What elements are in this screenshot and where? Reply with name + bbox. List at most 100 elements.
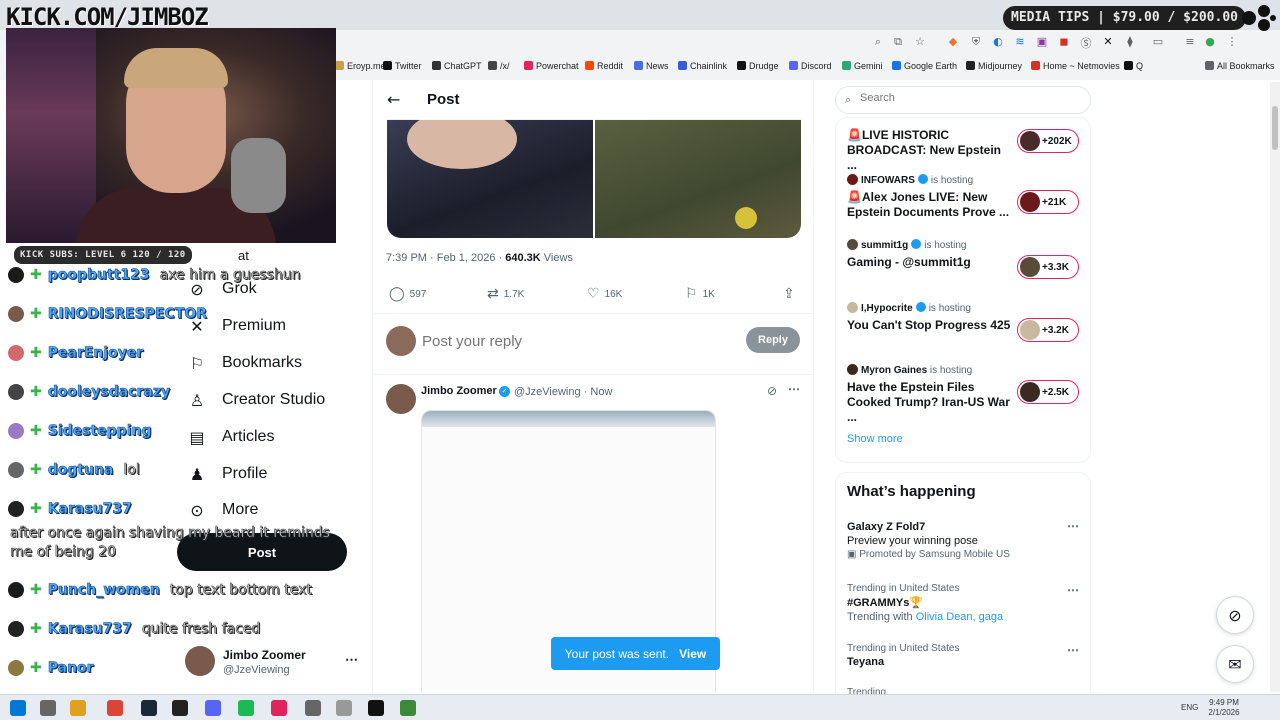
page-title: Post — [427, 91, 460, 108]
star-icon[interactable]: ☆ — [912, 35, 928, 48]
scrollbar-thumb[interactable] — [1272, 106, 1278, 150]
taskbar-app-icon[interactable] — [400, 700, 416, 716]
bookmark-item[interactable]: Gemini — [842, 61, 883, 71]
puzzle-icon[interactable]: ⧫ — [1122, 35, 1138, 48]
tweet-handle[interactable]: @JzeViewing · Now — [514, 386, 612, 398]
search-box[interactable]: ⌕ — [835, 86, 1091, 114]
taskbar-clock[interactable]: 9:49 PM 2/1/2026 — [1204, 698, 1244, 718]
live-listener-count[interactable]: +3.2K — [1017, 318, 1079, 342]
taskbar-app-icon[interactable] — [205, 700, 221, 716]
bookmark-item[interactable]: All Bookmarks — [1205, 61, 1275, 71]
taskbar-app-icon[interactable] — [172, 700, 188, 716]
bookmark-favicon-icon — [789, 61, 798, 70]
chat-avatar — [8, 621, 24, 637]
reply-input[interactable] — [422, 330, 722, 352]
live-listener-count[interactable]: +3.3K — [1017, 255, 1079, 279]
bookmark-label: Gemini — [854, 61, 883, 71]
grok-fab-button[interactable]: ⊘ — [1216, 596, 1254, 634]
reply-action[interactable]: ◯ 597 — [389, 286, 426, 302]
extension-blue-icon[interactable]: ◐ — [990, 35, 1006, 48]
bookmark-icon: ⚐ — [685, 286, 698, 302]
show-more-link[interactable]: Show more — [847, 433, 903, 445]
back-arrow-icon[interactable]: ← — [387, 90, 400, 109]
taskbar-app-icon[interactable] — [107, 700, 123, 716]
toast-view-link[interactable]: View — [679, 647, 706, 661]
bookmark-item[interactable]: Powerchat — [524, 61, 579, 71]
share-action[interactable]: ⇪ — [783, 286, 800, 302]
live-listener-count[interactable]: +2.5K — [1017, 380, 1079, 404]
extension-purple-icon[interactable]: ▣ — [1034, 35, 1050, 48]
taskbar-app-icon[interactable] — [305, 700, 321, 716]
taskbar-app-icon[interactable] — [238, 700, 254, 716]
media-loading-strip — [422, 411, 715, 427]
taskbar-app-icon[interactable] — [141, 700, 157, 716]
search-input[interactable] — [860, 92, 1060, 104]
trend-sub: Trending with Olivia Dean, gaga — [847, 611, 1087, 623]
trend-item[interactable]: Trending in United States #GRAMMYs🏆 Tren… — [847, 583, 1087, 623]
bookmark-item[interactable]: Eroyp.me — [335, 61, 386, 71]
post-media-left[interactable] — [387, 119, 593, 238]
taskbar-app-icon[interactable] — [70, 700, 86, 716]
menu-lines-icon[interactable]: ≡ — [1182, 35, 1198, 48]
bookmark-item[interactable]: Chainlink — [678, 61, 727, 71]
bookmark-item[interactable]: ChatGPT — [432, 61, 482, 71]
reply-button[interactable]: Reply — [746, 327, 800, 353]
bookmark-item[interactable]: /x/ — [488, 61, 510, 71]
metamask-icon[interactable]: ◆ — [945, 35, 961, 48]
repost-action[interactable]: ⇄ 1.7K — [487, 286, 524, 302]
bookmark-item[interactable]: Q — [1124, 61, 1143, 71]
bookmark-label: Drudge — [749, 61, 779, 71]
messages-fab-button[interactable]: ✉ — [1216, 645, 1254, 683]
bookmark-item[interactable]: Discord — [789, 61, 832, 71]
kebab-menu-icon[interactable]: ⋮ — [1224, 35, 1240, 48]
taskbar-app-icon[interactable] — [368, 700, 384, 716]
bookmark-item[interactable]: Twitter — [383, 61, 422, 71]
install-icon[interactable]: ⧉ — [890, 35, 906, 49]
webcam-lights — [6, 28, 96, 243]
bookmark-action[interactable]: ⚐ 1K — [685, 286, 715, 302]
post-media-right[interactable] — [595, 119, 801, 238]
trend-more-icon[interactable]: ⋯ — [1067, 583, 1079, 597]
trend-item[interactable]: Galaxy Z Fold7 Preview your winning pose… — [847, 519, 1087, 560]
language-indicator[interactable]: ENG — [1181, 703, 1198, 712]
shield-icon[interactable]: ⛨ — [968, 35, 984, 49]
like-action[interactable]: ♡ 16K — [587, 286, 622, 302]
bookmark-item[interactable]: News — [634, 61, 669, 71]
sidepanel-icon[interactable]: ▭ — [1150, 35, 1166, 48]
live-listener-count[interactable]: +21K — [1017, 190, 1079, 214]
live-listener-count[interactable]: +202K — [1017, 129, 1079, 153]
taskbar-app-icon[interactable] — [10, 700, 26, 716]
avatar[interactable] — [386, 384, 416, 414]
taskbar-app-icon[interactable] — [271, 700, 287, 716]
scrollbar[interactable] — [1270, 82, 1280, 692]
account-more-icon[interactable]: ⋯ — [345, 652, 358, 668]
extension-wave-icon[interactable]: ≋ — [1012, 35, 1028, 48]
grok-icon[interactable]: ⊘ — [767, 384, 777, 398]
bookmark-item[interactable]: Drudge — [737, 61, 779, 71]
bookmark-item[interactable]: Google Earth — [892, 61, 957, 71]
trend-more-icon[interactable]: ⋯ — [1067, 519, 1079, 533]
profile-avatar-icon[interactable]: ● — [1202, 35, 1218, 48]
extension-red-icon[interactable]: ◼ — [1056, 35, 1072, 48]
x-extension-icon[interactable]: ✕ — [1100, 35, 1116, 48]
bookmark-item[interactable]: Reddit — [585, 61, 623, 71]
trend-item[interactable]: Trending in United States Teyana ⋯ — [847, 643, 1087, 668]
like-count: 16K — [604, 288, 623, 300]
zoom-icon[interactable]: ⌕ — [870, 35, 886, 49]
chat-avatar — [8, 462, 24, 478]
trend-sub-links[interactable]: Olivia Dean, gaga — [916, 611, 1003, 623]
bookmark-item[interactable]: Midjourney — [966, 61, 1022, 71]
bookmark-item[interactable]: Home ~ Netmovies — [1031, 61, 1120, 71]
taskbar-app-icon[interactable] — [40, 700, 56, 716]
trend-more-icon[interactable]: ⋯ — [1067, 643, 1079, 657]
tweet-author-name[interactable]: Jimbo Zoomer — [421, 385, 497, 397]
toast-text: Your post was sent. — [564, 646, 670, 661]
extension-s-icon[interactable]: Ⓢ — [1078, 35, 1094, 51]
chat-avatar — [8, 423, 24, 439]
chat-text: lol — [123, 462, 140, 479]
bookmark-label: Midjourney — [978, 61, 1023, 71]
taskbar-app-icon[interactable] — [336, 700, 352, 716]
more-options-icon[interactable]: ⋯ — [788, 382, 800, 396]
host-avatar — [847, 174, 858, 185]
chat-username: Sidestepping — [47, 423, 152, 440]
